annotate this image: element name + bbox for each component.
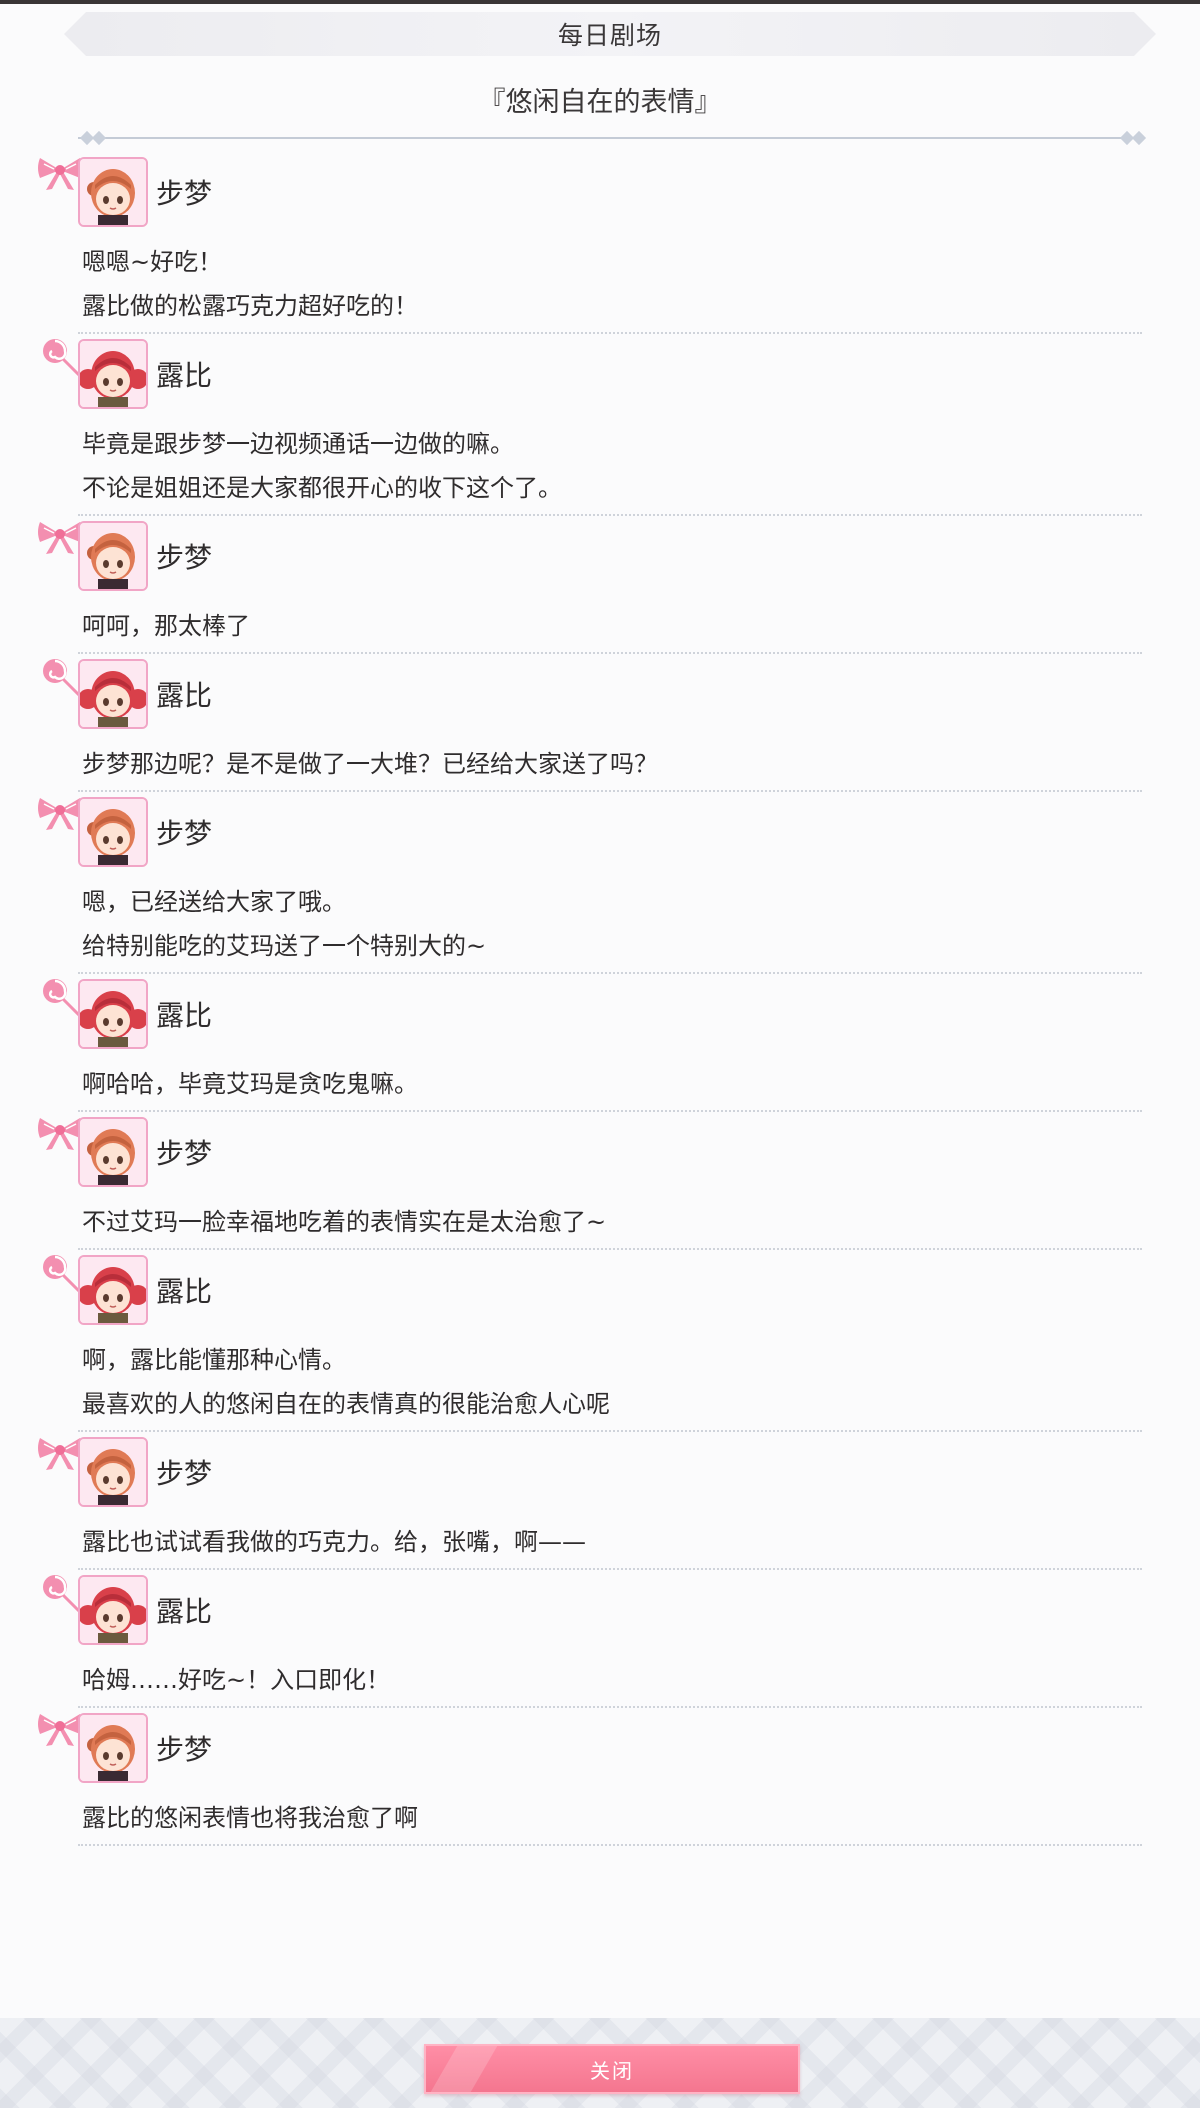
avatar-ayumu	[78, 1713, 148, 1783]
avatar-ayumu	[78, 157, 148, 227]
speaker-name: 步梦	[156, 177, 213, 210]
avatar-ruby	[78, 1255, 148, 1325]
ribbon-icon	[36, 156, 84, 192]
dialogue-lines: 步梦那边呢？是不是做了一大堆？已经给大家送了吗？	[78, 734, 1142, 790]
speaker-name: 步梦	[156, 1137, 213, 1170]
avatar-ruby	[78, 339, 148, 409]
page-title: 每日剧场	[557, 21, 662, 50]
avatar-ayumu	[78, 1437, 148, 1507]
speaker-row: 步梦	[38, 1708, 1142, 1788]
dialogue-entry-9: 步梦 露比也试试看我做的巧克力。给，张嘴，啊——	[38, 1432, 1142, 1570]
divider-diamond-right-2	[1131, 130, 1147, 146]
divider-line	[78, 137, 1144, 139]
speaker-name: 步梦	[156, 1733, 213, 1766]
close-button-label: 关闭	[590, 2058, 634, 2083]
dialogue-entry-2: 露比 毕竟是跟步梦一边视频通话一边做的嘛。不论是姐姐还是大家都很开心的收下这个了…	[43, 334, 1142, 516]
speaker-row: 露比	[43, 1570, 1142, 1650]
speaker-name: 步梦	[156, 541, 213, 574]
dialogue-lines: 哈姆……好吃~！入口即化！	[78, 1650, 1142, 1706]
dialogue-lines: 呵呵，那太棒了	[78, 596, 1142, 652]
dialogue-entry-3: 步梦 呵呵，那太棒了	[38, 516, 1142, 654]
daily-theater-page: 每日剧场 『悠闲自在的表情』 步梦 嗯嗯~好吃！ 露比做的松露巧克力超好吃的！ 露…	[0, 0, 1200, 2108]
dialogue-line: 啊，露比能懂那种心情。	[82, 1346, 346, 1374]
dialogue-line: 嗯，已经送给大家了哦。	[82, 888, 346, 916]
episode-title: 『悠闲自在的表情』	[478, 87, 722, 118]
dialogue-line: 最喜欢的人的悠闲自在的表情真的很能治愈人心呢	[82, 1390, 610, 1418]
dialogue-lines: 嗯嗯~好吃！ 露比做的松露巧克力超好吃的！	[78, 232, 1142, 332]
ribbon-icon	[36, 1116, 84, 1152]
speaker-row: 步梦	[38, 792, 1142, 872]
top-strip	[0, 0, 1200, 4]
dialogue-line: 露比做的松露巧克力超好吃的！	[82, 292, 418, 320]
header-banner: 每日剧场	[64, 12, 1156, 56]
dialogue-lines: 不过艾玛一脸幸福地吃着的表情实在是太治愈了~	[78, 1192, 1142, 1248]
dialogue-entry-11: 步梦 露比的悠闲表情也将我治愈了啊	[38, 1708, 1142, 1846]
speaker-name: 露比	[156, 1595, 213, 1628]
speaker-name: 露比	[156, 359, 213, 392]
ribbon-icon	[36, 520, 84, 556]
avatar-ruby	[78, 659, 148, 729]
avatar-ayumu	[78, 797, 148, 867]
close-button[interactable]: 关闭	[424, 2044, 800, 2094]
dialogue-entry-1: 步梦 嗯嗯~好吃！ 露比做的松露巧克力超好吃的！	[38, 152, 1142, 334]
speaker-row: 露比	[43, 1250, 1142, 1330]
dialogue-line: 不过艾玛一脸幸福地吃着的表情实在是太治愈了~	[82, 1208, 607, 1236]
speaker-row: 露比	[43, 334, 1142, 414]
dialogue-lines: 露比的悠闲表情也将我治愈了啊	[78, 1788, 1142, 1844]
dialogue-line: 哈姆……好吃~！入口即化！	[82, 1666, 391, 1694]
dialogue-entry-5: 步梦 嗯，已经送给大家了哦。给特别能吃的艾玛送了一个特别大的~	[38, 792, 1142, 974]
dialogue-lines: 毕竟是跟步梦一边视频通话一边做的嘛。不论是姐姐还是大家都很开心的收下这个了。	[78, 414, 1142, 514]
speaker-name: 步梦	[156, 1457, 213, 1490]
speaker-row: 露比	[43, 974, 1142, 1054]
ribbon-icon	[36, 1712, 84, 1748]
dialogue-lines: 露比也试试看我做的巧克力。给，张嘴，啊——	[78, 1512, 1142, 1568]
dialogue-line: 嗯嗯~好吃！	[82, 248, 223, 276]
speaker-name: 露比	[156, 999, 213, 1032]
speaker-row: 步梦	[38, 1112, 1142, 1192]
dialogue-line: 步梦那边呢？是不是做了一大堆？已经给大家送了吗？	[82, 750, 658, 778]
speaker-name: 露比	[156, 1275, 213, 1308]
dialogue-entry-8: 露比 啊，露比能懂那种心情。最喜欢的人的悠闲自在的表情真的很能治愈人心呢	[43, 1250, 1142, 1432]
divider-diamond-left-2	[91, 130, 107, 146]
dialogue-line: 露比也试试看我做的巧克力。给，张嘴，啊——	[82, 1528, 586, 1556]
button-shine	[430, 2046, 498, 2092]
dialogue-line: 不论是姐姐还是大家都很开心的收下这个了。	[82, 474, 562, 502]
ribbon-icon	[36, 1436, 84, 1472]
avatar-ayumu	[78, 1117, 148, 1187]
dialogue-lines: 嗯，已经送给大家了哦。给特别能吃的艾玛送了一个特别大的~	[78, 872, 1142, 972]
dialogue-entry-10: 露比 哈姆……好吃~！入口即化！	[43, 1570, 1142, 1708]
dialogue-lines: 啊，露比能懂那种心情。最喜欢的人的悠闲自在的表情真的很能治愈人心呢	[78, 1330, 1142, 1430]
speaker-name: 露比	[156, 679, 213, 712]
dialogue-entry-4: 露比 步梦那边呢？是不是做了一大堆？已经给大家送了吗？	[43, 654, 1142, 792]
dialogue-line: 露比的悠闲表情也将我治愈了啊	[82, 1804, 418, 1832]
speaker-row: 步梦	[38, 1432, 1142, 1512]
dialogue-list[interactable]: 步梦 嗯嗯~好吃！ 露比做的松露巧克力超好吃的！ 露比 毕竟是跟步梦一边视频通话一…	[0, 152, 1200, 1846]
avatar-ayumu	[78, 521, 148, 591]
dialogue-line: 毕竟是跟步梦一边视频通话一边做的嘛。	[82, 430, 514, 458]
speaker-name: 步梦	[156, 817, 213, 850]
dialogue-line: 给特别能吃的艾玛送了一个特别大的~	[82, 932, 487, 960]
avatar-ruby	[78, 1575, 148, 1645]
dialogue-line: 呵呵，那太棒了	[82, 612, 250, 640]
ribbon-icon	[36, 796, 84, 832]
dialogue-entry-7: 步梦 不过艾玛一脸幸福地吃着的表情实在是太治愈了~	[38, 1112, 1142, 1250]
dialogue-lines: 啊哈哈，毕竟艾玛是贪吃鬼嘛。	[78, 1054, 1142, 1110]
dialogue-line: 啊哈哈，毕竟艾玛是贪吃鬼嘛。	[82, 1070, 418, 1098]
speaker-row: 露比	[43, 654, 1142, 734]
dialogue-entry-6: 露比 啊哈哈，毕竟艾玛是贪吃鬼嘛。	[43, 974, 1142, 1112]
avatar-ruby	[78, 979, 148, 1049]
speaker-row: 步梦	[38, 152, 1142, 232]
speaker-row: 步梦	[38, 516, 1142, 596]
